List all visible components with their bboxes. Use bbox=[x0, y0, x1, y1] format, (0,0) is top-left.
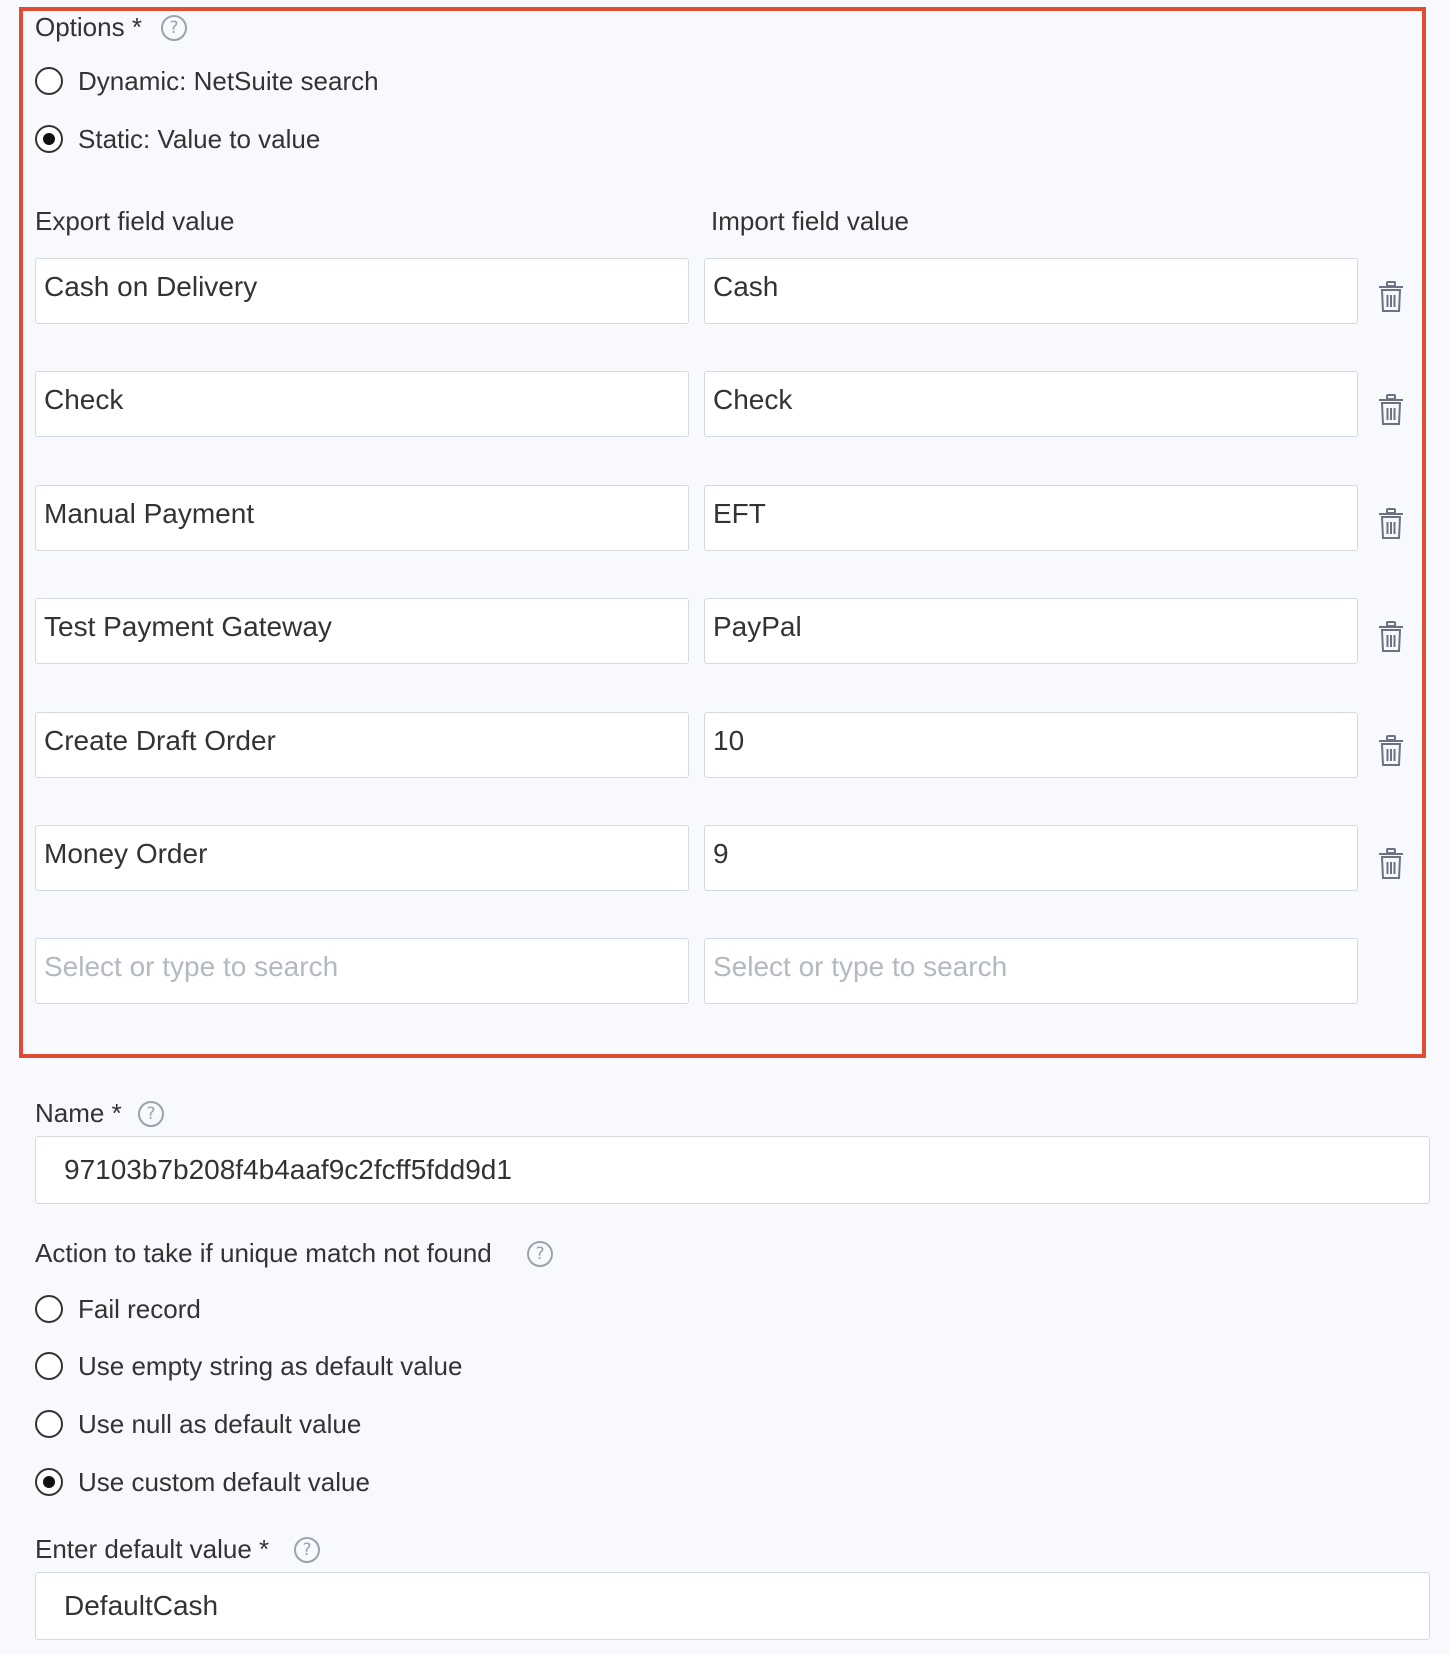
radio-empty-string-button[interactable] bbox=[35, 1352, 63, 1380]
options-label: Options * bbox=[35, 12, 142, 42]
radio-null-default-label: Use null as default value bbox=[78, 1408, 362, 1439]
export-value-input[interactable]: Create Draft Order bbox=[35, 712, 689, 778]
export-value-input[interactable]: Cash on Delivery bbox=[35, 258, 689, 324]
default-value-label: Enter default value * bbox=[35, 1534, 270, 1564]
name-help-icon[interactable]: ? bbox=[138, 1101, 164, 1127]
radio-fail-record-label: Fail record bbox=[78, 1293, 201, 1324]
action-label: Action to take if unique match not found bbox=[35, 1238, 492, 1268]
trash-icon[interactable] bbox=[1378, 621, 1404, 653]
default-value-help-icon[interactable]: ? bbox=[294, 1537, 320, 1563]
radio-empty-string-label: Use empty string as default value bbox=[78, 1350, 463, 1381]
import-search-input[interactable]: Select or type to search bbox=[704, 938, 1358, 1004]
export-search-input[interactable]: Select or type to search bbox=[35, 938, 689, 1004]
radio-dynamic-label: Dynamic: NetSuite search bbox=[78, 65, 379, 96]
trash-icon[interactable] bbox=[1378, 394, 1404, 426]
radio-dynamic[interactable]: Dynamic: NetSuite search bbox=[35, 65, 379, 97]
radio-fail-record-button[interactable] bbox=[35, 1295, 63, 1323]
import-value-input[interactable]: EFT bbox=[704, 485, 1358, 551]
trash-icon[interactable] bbox=[1378, 735, 1404, 767]
export-value-input[interactable]: Money Order bbox=[35, 825, 689, 891]
trash-icon[interactable] bbox=[1378, 848, 1404, 880]
radio-static-button[interactable] bbox=[35, 125, 63, 153]
radio-static-label: Static: Value to value bbox=[78, 123, 321, 154]
export-value-input[interactable]: Manual Payment bbox=[35, 485, 689, 551]
trash-icon[interactable] bbox=[1378, 281, 1404, 313]
radio-empty-string[interactable]: Use empty string as default value bbox=[35, 1350, 462, 1382]
import-value-input[interactable]: Check bbox=[704, 371, 1358, 437]
radio-custom-default-label: Use custom default value bbox=[78, 1466, 370, 1497]
radio-null-default[interactable]: Use null as default value bbox=[35, 1408, 361, 1440]
radio-custom-default[interactable]: Use custom default value bbox=[35, 1466, 370, 1498]
import-value-input[interactable]: Cash bbox=[704, 258, 1358, 324]
options-help-icon[interactable]: ? bbox=[161, 15, 187, 41]
name-input[interactable]: 97103b7b208f4b4aaf9c2fcff5fdd9d1 bbox=[35, 1136, 1430, 1204]
trash-icon[interactable] bbox=[1378, 508, 1404, 540]
default-value-input[interactable]: DefaultCash bbox=[35, 1572, 1430, 1640]
radio-null-default-button[interactable] bbox=[35, 1410, 63, 1438]
radio-custom-default-button[interactable] bbox=[35, 1468, 63, 1496]
import-value-input[interactable]: 10 bbox=[704, 712, 1358, 778]
import-value-input[interactable]: PayPal bbox=[704, 598, 1358, 664]
import-field-header: Import field value bbox=[711, 206, 909, 236]
action-help-icon[interactable]: ? bbox=[527, 1241, 553, 1267]
import-value-input[interactable]: 9 bbox=[704, 825, 1358, 891]
radio-fail-record[interactable]: Fail record bbox=[35, 1293, 201, 1325]
name-label: Name * bbox=[35, 1098, 122, 1128]
radio-static[interactable]: Static: Value to value bbox=[35, 123, 320, 155]
export-value-input[interactable]: Check bbox=[35, 371, 689, 437]
radio-dynamic-button[interactable] bbox=[35, 67, 63, 95]
export-value-input[interactable]: Test Payment Gateway bbox=[35, 598, 689, 664]
export-field-header: Export field value bbox=[35, 206, 235, 236]
